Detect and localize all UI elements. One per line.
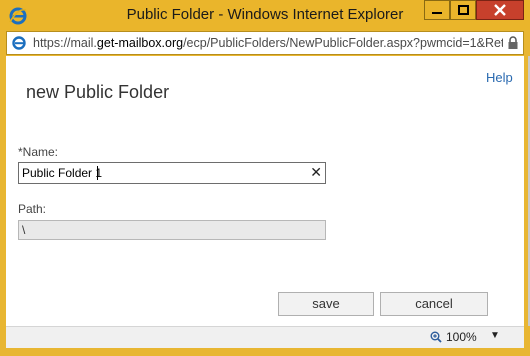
page-content: Help new Public Folder *Name: Public Fol… bbox=[6, 56, 524, 326]
name-label: *Name: bbox=[18, 145, 59, 159]
url-path: /ecp/PublicFolders/NewPublicFolder.aspx?… bbox=[183, 36, 503, 50]
close-icon bbox=[494, 4, 506, 16]
help-link[interactable]: Help bbox=[486, 70, 513, 85]
browser-window: Public Folder - Windows Internet Explore… bbox=[0, 0, 530, 356]
lock-icon[interactable] bbox=[507, 36, 519, 50]
maximize-icon bbox=[457, 5, 469, 15]
url-text[interactable]: https://mail.get-mailbox.org/ecp/PublicF… bbox=[33, 36, 503, 50]
status-bar: 100% ▼ bbox=[6, 326, 524, 348]
maximize-button[interactable] bbox=[450, 0, 476, 20]
save-button[interactable]: save bbox=[278, 292, 374, 316]
name-input[interactable]: Public Folder 1 ✕ bbox=[18, 162, 326, 184]
name-input-value: Public Folder 1 bbox=[22, 166, 103, 180]
path-field: \ bbox=[18, 220, 326, 240]
close-button[interactable] bbox=[476, 0, 524, 20]
address-bar[interactable]: https://mail.get-mailbox.org/ecp/PublicF… bbox=[6, 31, 524, 55]
minimize-button[interactable] bbox=[424, 0, 450, 20]
clear-name-button[interactable]: ✕ bbox=[310, 164, 322, 181]
page-title: new Public Folder bbox=[26, 82, 170, 102]
ie-page-icon bbox=[12, 36, 26, 50]
url-prefix: https://mail. bbox=[33, 36, 97, 50]
zoom-dropdown-icon[interactable]: ▼ bbox=[490, 330, 500, 341]
cancel-button[interactable]: cancel bbox=[380, 292, 488, 316]
path-label: Path: bbox=[18, 202, 47, 216]
title-bar[interactable]: Public Folder - Windows Internet Explore… bbox=[0, 0, 530, 30]
text-caret bbox=[97, 166, 98, 180]
zoom-icon[interactable] bbox=[430, 331, 442, 343]
zoom-level[interactable]: 100% bbox=[446, 330, 477, 344]
minimize-icon bbox=[432, 12, 442, 14]
path-field-value: \ bbox=[22, 223, 26, 237]
url-domain: get-mailbox.org bbox=[96, 36, 184, 50]
